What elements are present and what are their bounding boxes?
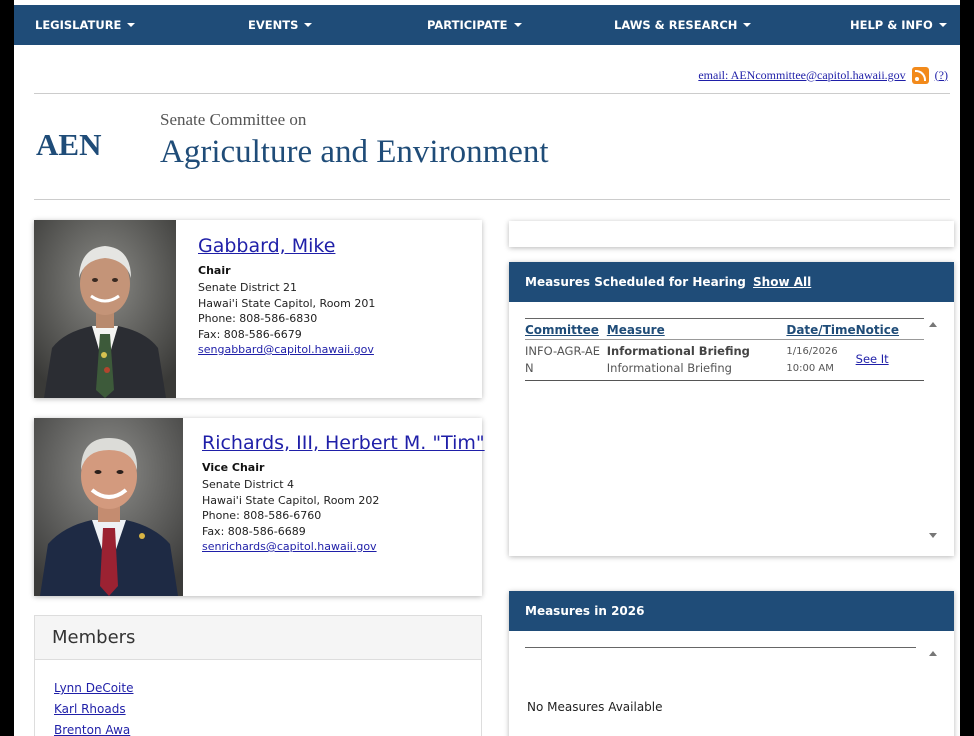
hearings-panel: Measures Scheduled for Hearing Show All … — [509, 262, 954, 556]
nav-participate[interactable]: PARTICIPATE — [427, 5, 522, 45]
chevron-down-icon — [304, 22, 313, 27]
nav-legislature-label: LEGISLATURE — [35, 18, 122, 32]
chevron-down-icon — [127, 22, 136, 27]
committee-cell: INFO-AGR-AEN — [525, 339, 607, 381]
column-header-committee[interactable]: Committee — [525, 318, 607, 340]
nav-laws-research-label: LAWS & RESEARCH — [614, 18, 738, 32]
see-it-link[interactable]: See It — [856, 352, 889, 366]
committee-title: Agriculture and Environment — [160, 134, 549, 170]
chair-fax: Fax: 808-586-6679 — [198, 327, 302, 341]
members-list: Lynn DeCoite Karl Rhoads Brenton Awa — [35, 660, 481, 736]
divider — [34, 93, 950, 94]
hearing-date: 1/16/2026 — [786, 346, 838, 357]
no-measures-text: No Measures Available — [527, 700, 663, 714]
notice-cell: See It — [855, 339, 924, 381]
column-header-notice[interactable]: Notice — [855, 318, 924, 340]
nav-help-info[interactable]: HELP & INFO — [850, 5, 947, 45]
nav-legislature[interactable]: LEGISLATURE — [35, 5, 136, 45]
rss-icon[interactable] — [911, 66, 929, 84]
scroll-up-icon[interactable] — [929, 651, 937, 656]
empty-box — [509, 221, 954, 247]
hearing-time: 10:00 AM — [786, 363, 834, 374]
vice-chair-district: Senate District 4 — [202, 478, 295, 491]
scroll-up-icon[interactable] — [929, 322, 937, 327]
column-header-datetime[interactable]: Date/Time — [786, 318, 856, 340]
vice-chair-room: Hawai'i State Capitol, Room 202 — [202, 493, 380, 507]
help-link[interactable]: (?) — [935, 68, 948, 83]
nav-participate-label: PARTICIPATE — [427, 18, 508, 32]
nav-help-info-label: HELP & INFO — [850, 18, 933, 32]
vice-chair-fax: Fax: 808-586-6689 — [202, 524, 306, 538]
nav-events[interactable]: EVENTS — [248, 5, 313, 45]
measures-year-header: Measures in 2026 — [509, 591, 954, 631]
chair-name-link[interactable]: Gabbard, Mike — [198, 235, 335, 257]
chair-district: Senate District 21 — [198, 281, 298, 294]
page: LEGISLATURE EVENTS PARTICIPATE LAWS & RE… — [14, 0, 960, 736]
chair-room: Hawai'i State Capitol, Room 201 — [198, 296, 376, 310]
member-link[interactable]: Lynn DeCoite — [54, 678, 481, 699]
nav-laws-research[interactable]: LAWS & RESEARCH — [614, 5, 752, 45]
vice-chair-email-link[interactable]: senrichards@capitol.hawaii.gov — [202, 540, 377, 553]
chevron-down-icon — [938, 22, 947, 27]
committee-email-link[interactable]: email: AENcommittee@capitol.hawaii.gov — [698, 68, 905, 83]
vice-chair-phone: Phone: 808-586-6760 — [202, 509, 322, 522]
hearings-header: Measures Scheduled for Hearing Show All — [509, 262, 954, 302]
vice-chair-role: Vice Chair — [202, 461, 265, 474]
divider — [34, 199, 950, 200]
scroll-down-icon[interactable] — [929, 533, 937, 538]
vice-chair-photo — [34, 418, 183, 596]
member-link[interactable]: Karl Rhoads — [54, 699, 481, 720]
vice-chair-card: Richards, III, Herbert M. "Tim" Vice Cha… — [34, 418, 485, 596]
chair-info: Senate District 21 Hawai'i State Capitol… — [198, 280, 375, 358]
table-row: INFO-AGR-AEN Informational Briefing Info… — [525, 339, 924, 381]
chair-phone: Phone: 808-586-6830 — [198, 312, 318, 325]
column-header-measure[interactable]: Measure — [606, 318, 787, 340]
datetime-cell: 1/16/2026 10:00 AM — [786, 339, 856, 381]
show-all-link[interactable]: Show All — [753, 275, 811, 289]
members-heading: Members — [35, 616, 481, 660]
measure-title: Informational Briefing — [606, 344, 750, 358]
chevron-down-icon — [743, 22, 752, 27]
top-nav: LEGISLATURE EVENTS PARTICIPATE LAWS & RE… — [14, 5, 960, 45]
hearings-table: Committee Measure Date/Time Notice INFO-… — [525, 318, 924, 381]
members-panel: Members Lynn DeCoite Karl Rhoads Brenton… — [34, 615, 482, 736]
member-link[interactable]: Brenton Awa — [54, 720, 481, 736]
vice-chair-info: Senate District 4 Hawai'i State Capitol,… — [202, 477, 379, 555]
nav-events-label: EVENTS — [248, 18, 299, 32]
chair-card: Gabbard, Mike Chair Senate District 21 H… — [34, 220, 482, 398]
chair-role: Chair — [198, 264, 231, 277]
divider — [525, 647, 916, 648]
contact-row: email: AENcommittee@capitol.hawaii.gov (… — [698, 66, 948, 84]
measure-cell: Informational Briefing Informational Bri… — [606, 339, 787, 381]
measure-description: Informational Briefing — [606, 361, 732, 375]
chair-email-link[interactable]: sengabbard@capitol.hawaii.gov — [198, 343, 374, 356]
measures-year-panel: Measures in 2026 No Measures Available — [509, 591, 954, 736]
committee-subtitle: Senate Committee on — [160, 110, 307, 129]
hearings-heading: Measures Scheduled for Hearing — [525, 275, 746, 289]
vice-chair-name-link[interactable]: Richards, III, Herbert M. "Tim" — [202, 432, 485, 454]
chair-photo — [34, 220, 176, 398]
chevron-down-icon — [513, 22, 522, 27]
committee-abbreviation: AEN — [36, 127, 102, 162]
